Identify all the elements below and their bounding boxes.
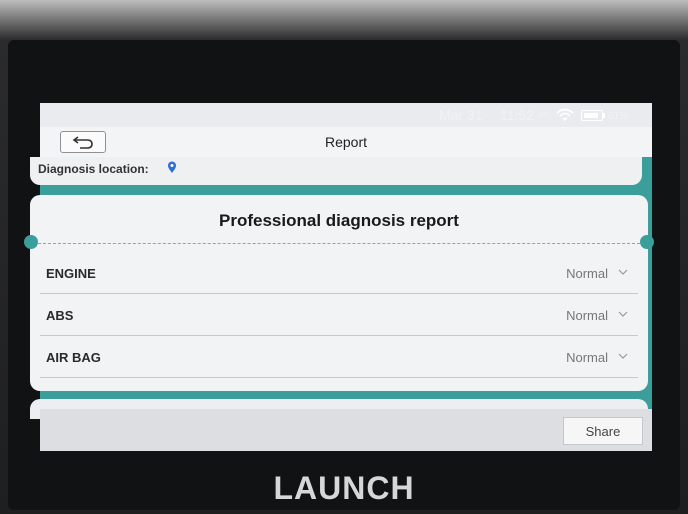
wifi-icon bbox=[556, 108, 574, 121]
status-date: Mar 31 bbox=[439, 107, 483, 123]
system-status: Normal bbox=[566, 266, 608, 281]
system-name: AIR BAG bbox=[46, 350, 101, 365]
battery-percent: 61% bbox=[608, 111, 629, 122]
battery-nub bbox=[603, 113, 605, 118]
location-card: Diagnosis location: bbox=[30, 157, 642, 185]
system-status: Normal bbox=[566, 308, 608, 323]
card-notch-right bbox=[640, 235, 654, 249]
chevron-down-icon[interactable] bbox=[618, 310, 628, 318]
report-card: Professional diagnosis report ENGINE Nor… bbox=[24, 195, 654, 391]
brand-logo: LAUNCH bbox=[273, 470, 415, 506]
system-row-engine[interactable]: ENGINE Normal bbox=[40, 253, 638, 294]
report-content[interactable]: Diagnosis location: Professional diagnos… bbox=[24, 157, 654, 419]
system-row-air-bag[interactable]: AIR BAG Normal bbox=[40, 337, 638, 378]
report-title: Professional diagnosis report bbox=[219, 211, 459, 230]
page-title: Report bbox=[324, 134, 368, 150]
card-notch-left bbox=[24, 235, 38, 249]
system-name: ENGINE bbox=[46, 266, 96, 281]
system-status: Normal bbox=[566, 350, 608, 365]
chevron-down-icon[interactable] bbox=[618, 352, 628, 360]
bottom-toolbar: Share bbox=[40, 409, 652, 451]
battery-icon bbox=[581, 110, 603, 121]
status-bar: Mar 31 11:52 AM 61% bbox=[40, 103, 652, 127]
status-time: 11:52 bbox=[500, 107, 534, 123]
chevron-down-icon[interactable] bbox=[618, 268, 628, 276]
share-button[interactable]: Share bbox=[563, 417, 643, 445]
dashed-divider bbox=[38, 243, 640, 244]
status-ampm: AM bbox=[538, 112, 549, 119]
diagnosis-location-label: Diagnosis location: bbox=[38, 162, 149, 176]
system-name: ABS bbox=[46, 308, 74, 323]
back-button[interactable] bbox=[60, 131, 106, 153]
system-row-abs[interactable]: ABS Normal bbox=[40, 295, 638, 336]
app-header: Report bbox=[40, 127, 652, 158]
back-arrow-icon bbox=[72, 136, 93, 149]
location-pin-icon bbox=[168, 161, 176, 173]
